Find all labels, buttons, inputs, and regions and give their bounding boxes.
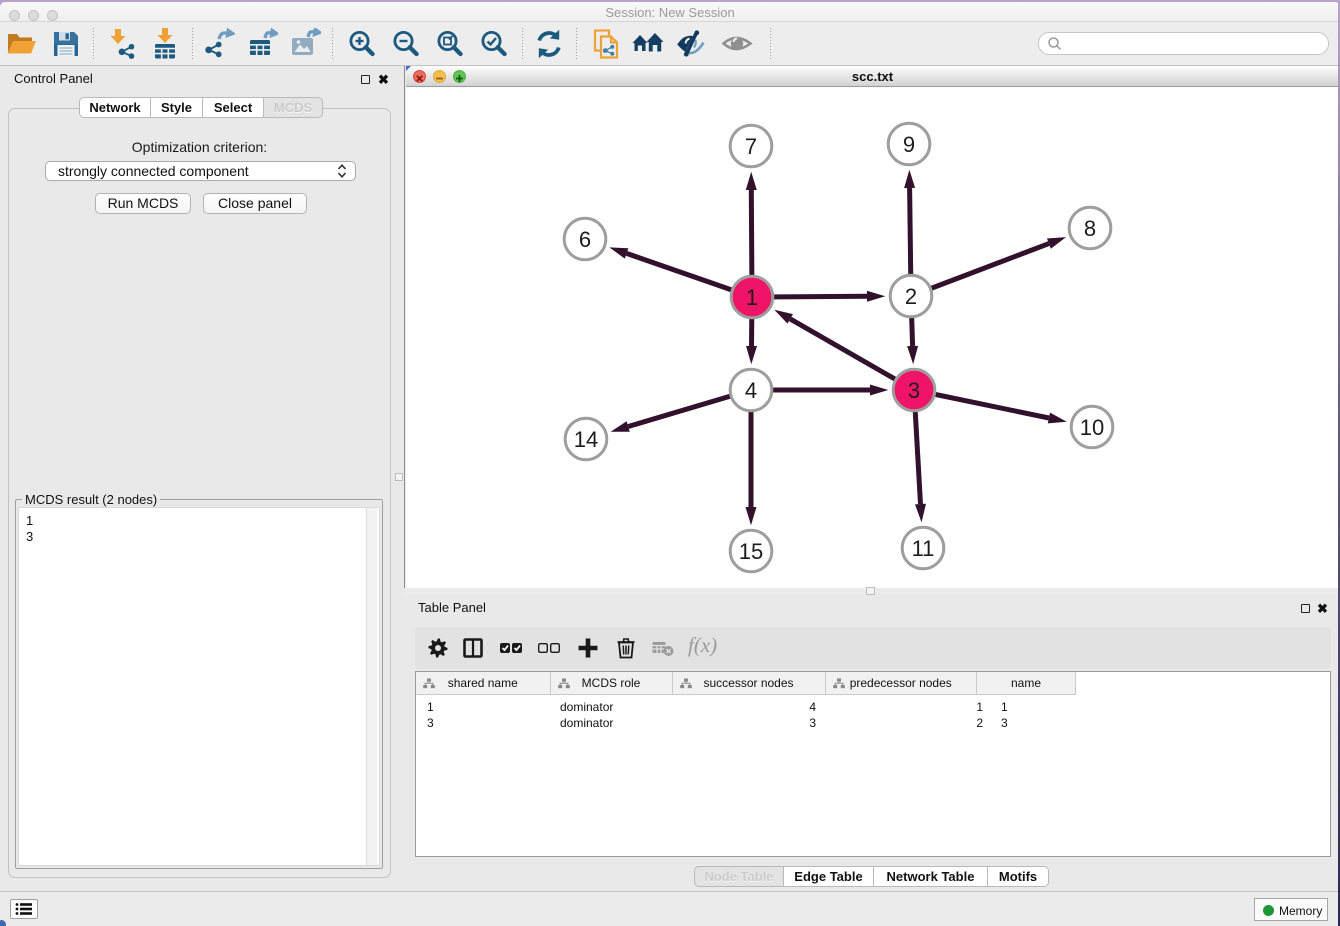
svg-text:10: 10 [1080,415,1104,440]
svg-text:9: 9 [903,132,915,157]
svg-text:8: 8 [1084,216,1096,241]
svg-text:2: 2 [905,284,917,309]
svg-text:3: 3 [908,378,920,403]
svg-text:4: 4 [745,378,757,403]
svg-text:15: 15 [739,539,763,564]
svg-text:1: 1 [746,285,758,310]
svg-text:7: 7 [745,134,757,159]
svg-text:14: 14 [574,427,598,452]
svg-text:11: 11 [912,536,935,561]
svg-text:6: 6 [579,227,591,252]
